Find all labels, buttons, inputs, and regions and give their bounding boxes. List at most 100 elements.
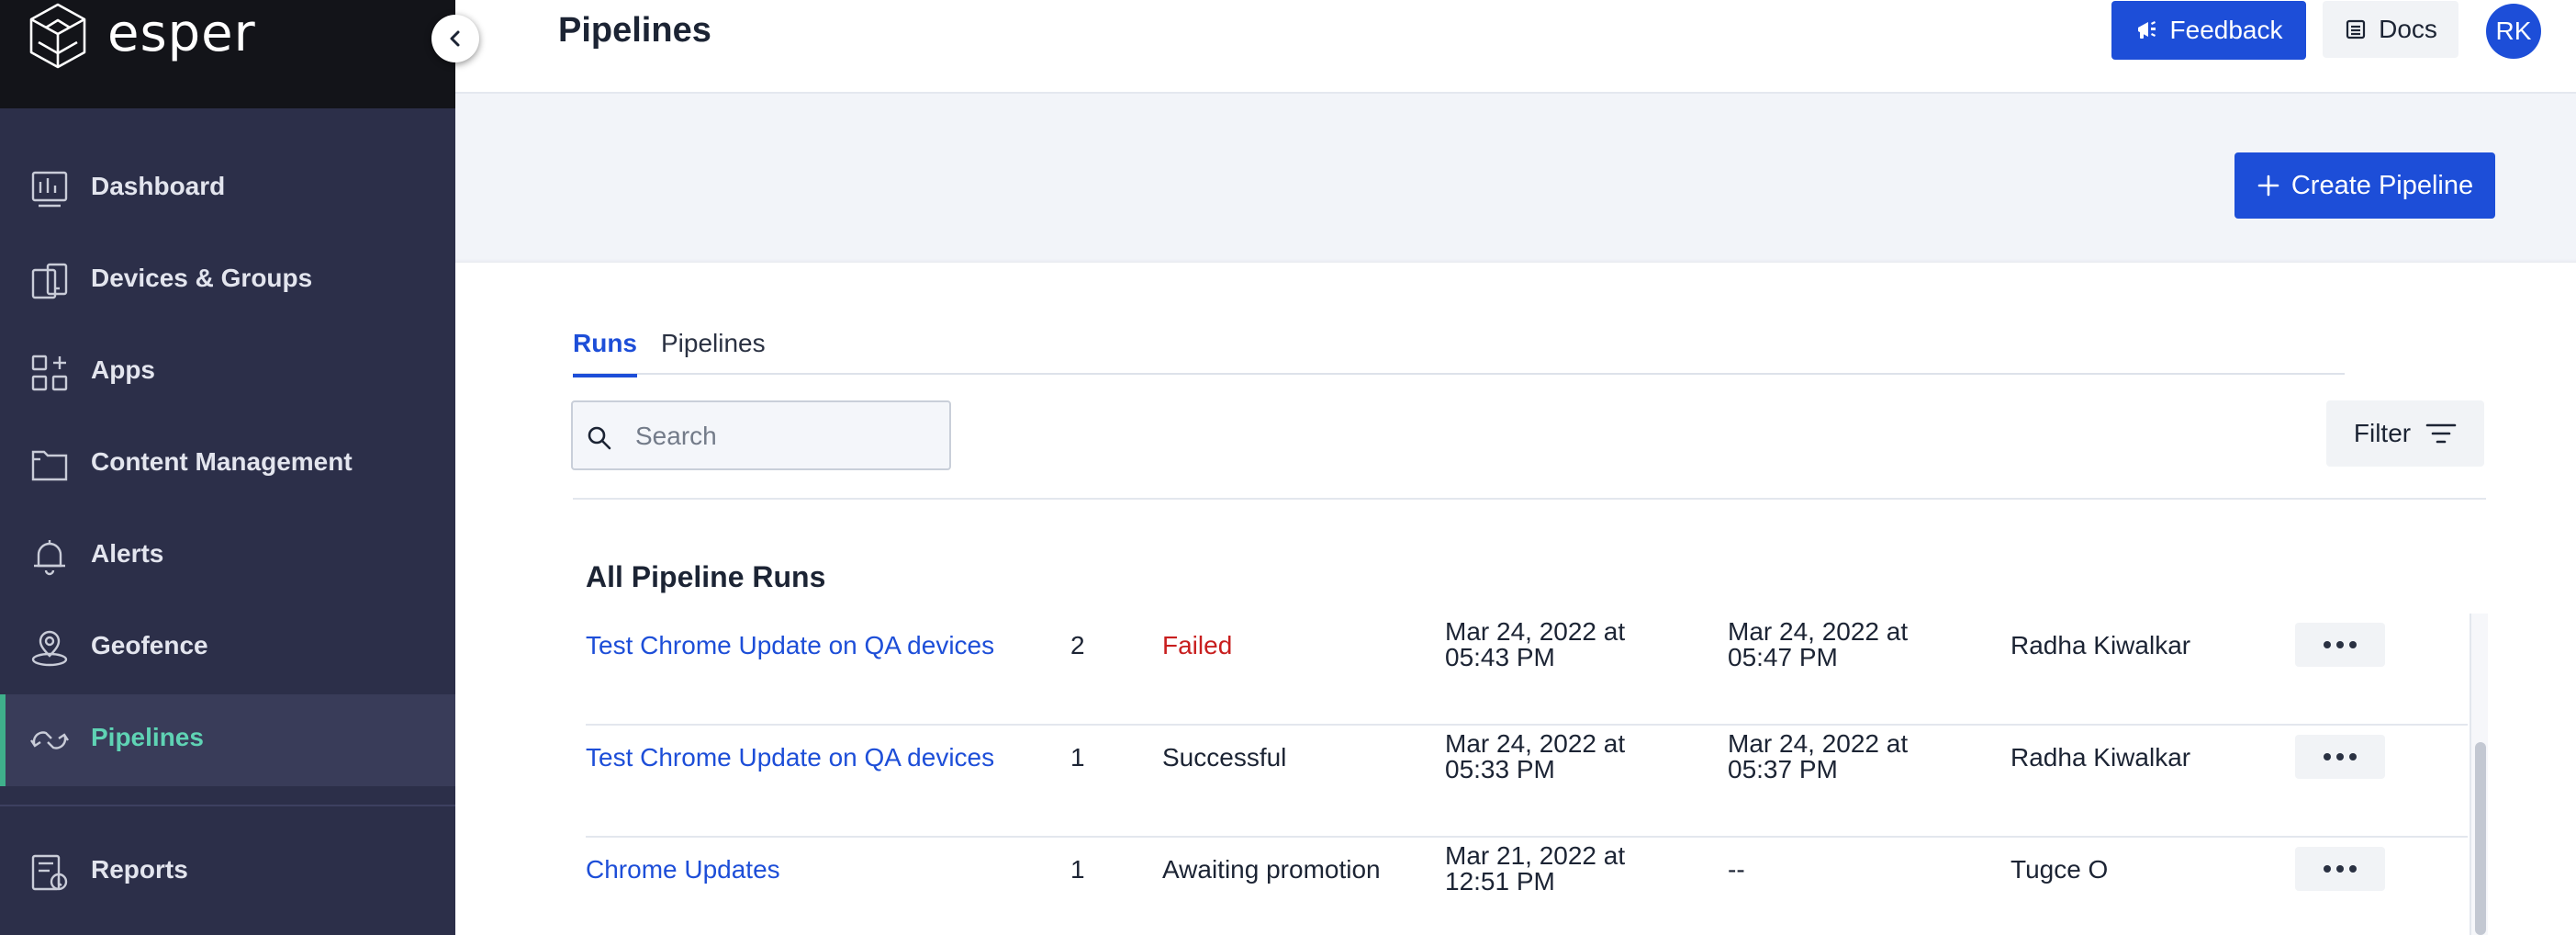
sidebar-item-label: Devices & Groups <box>91 264 313 292</box>
feedback-button[interactable]: Feedback <box>2111 1 2306 60</box>
sidebar-item-label: Alerts <box>91 539 164 568</box>
run-user: Tugce O <box>2010 855 2109 884</box>
started-at-line1: Mar 21, 2022 at <box>1445 841 1626 870</box>
ended-at: Mar 24, 2022 at 05:47 PM <box>1728 619 1908 670</box>
docs-icon <box>2346 19 2366 39</box>
ended-at-line1: Mar 24, 2022 at <box>1728 729 1909 758</box>
megaphone-icon <box>2137 21 2156 39</box>
devices-icon <box>31 263 68 299</box>
search-icon <box>588 426 611 450</box>
brand-name: esper <box>107 4 256 63</box>
pipeline-name-link[interactable]: Test Chrome Update on QA devices <box>586 743 994 772</box>
started-at: Mar 24, 2022 at 05:43 PM <box>1445 619 1625 670</box>
pipeline-name-link[interactable]: Test Chrome Update on QA devices <box>586 631 994 660</box>
run-user: Radha Kiwalkar <box>2010 743 2191 772</box>
sidebar-item-devices-groups[interactable]: Devices & Groups <box>0 235 455 327</box>
sidebar-item-alerts[interactable]: Alerts <box>0 511 455 603</box>
dashboard-icon <box>31 171 68 208</box>
sidebar-item-geofence[interactable]: Geofence <box>0 603 455 694</box>
tab-pipelines[interactable]: Pipelines <box>661 329 766 375</box>
sidebar-item-apps[interactable]: Apps <box>0 327 455 419</box>
started-at-line1: Mar 24, 2022 at <box>1445 617 1626 646</box>
scrollbar-thumb[interactable] <box>2475 742 2486 935</box>
plus-icon <box>2257 175 2279 197</box>
sidebar-item-dashboard[interactable]: Dashboard <box>0 143 455 235</box>
docs-button[interactable]: Docs <box>2323 1 2458 58</box>
pipeline-name-link[interactable]: Chrome Updates <box>586 855 780 884</box>
started-at-line1: Mar 24, 2022 at <box>1445 729 1626 758</box>
run-number: 2 <box>1070 631 1085 659</box>
filter-button[interactable]: Filter <box>2326 400 2484 467</box>
table-row: Chrome Updates 1 Awaiting promotion Mar … <box>586 838 2468 935</box>
run-status: Failed <box>1162 631 1233 659</box>
sidebar-divider <box>0 805 455 806</box>
sidebar-item-label: Geofence <box>91 631 208 659</box>
row-more-button[interactable] <box>2295 847 2385 891</box>
user-avatar[interactable]: RK <box>2486 4 2541 59</box>
sidebar-item-label: Reports <box>91 855 188 884</box>
more-dot <box>2349 753 2357 760</box>
table-row: Test Chrome Update on QA devices 2 Faile… <box>586 614 2468 726</box>
ended-at-line2: 05:37 PM <box>1728 755 1838 783</box>
started-at: Mar 24, 2022 at 05:33 PM <box>1445 731 1625 783</box>
ended-at-line1: Mar 24, 2022 at <box>1728 617 1909 646</box>
feedback-button-label: Feedback <box>2169 16 2283 44</box>
more-dot <box>2336 753 2344 760</box>
started-at-line2: 05:33 PM <box>1445 755 1555 783</box>
sidebar-item-label: Apps <box>91 355 155 384</box>
more-dot <box>2349 641 2357 648</box>
sidebar-item-content-management[interactable]: Content Management <box>0 419 455 511</box>
started-at: Mar 21, 2022 at 12:51 PM <box>1445 843 1625 895</box>
chevron-left-icon <box>450 30 460 47</box>
bell-icon <box>34 540 65 576</box>
sidebar-item-reports[interactable]: Reports <box>0 827 455 918</box>
run-number: 1 <box>1070 743 1085 772</box>
tab-bar: Runs Pipelines <box>573 329 2345 377</box>
create-pipeline-button[interactable]: Create Pipeline <box>2234 152 2495 219</box>
more-dot <box>2336 865 2344 873</box>
more-dot <box>2349 865 2357 873</box>
started-at-line2: 12:51 PM <box>1445 867 1555 896</box>
table-scrollbar[interactable] <box>2470 614 2488 935</box>
docs-button-label: Docs <box>2379 15 2437 43</box>
more-dot <box>2336 641 2344 648</box>
table-row: Test Chrome Update on QA devices 1 Succe… <box>586 726 2468 838</box>
search-field[interactable] <box>571 400 951 470</box>
ended-at: -- <box>1728 855 1745 884</box>
tab-runs[interactable]: Runs <box>573 329 637 377</box>
more-dot <box>2324 641 2331 648</box>
page-title: Pipelines <box>558 11 711 50</box>
sidebar: esper Dashboard Devices & Groups Apps Co… <box>0 0 455 935</box>
filter-icon <box>2425 423 2457 444</box>
top-header: Pipelines Feedback Docs RK <box>455 0 2576 94</box>
pipelines-icon <box>30 731 69 749</box>
filter-button-label: Filter <box>2353 419 2412 447</box>
actions-band: Create Pipeline <box>455 94 2576 263</box>
folder-icon <box>31 450 68 481</box>
run-status: Successful <box>1162 743 1287 772</box>
collapse-sidebar-button[interactable] <box>431 15 479 62</box>
search-input[interactable] <box>635 419 929 454</box>
more-dot <box>2324 865 2331 873</box>
ended-at: Mar 24, 2022 at 05:37 PM <box>1728 731 1908 783</box>
main-content: Runs Pipelines Filter All Pipeline Runs … <box>455 263 2576 935</box>
more-dot <box>2324 753 2331 760</box>
run-user: Radha Kiwalkar <box>2010 631 2191 659</box>
create-pipeline-label: Create Pipeline <box>2290 170 2474 200</box>
divider <box>573 498 2486 500</box>
row-more-button[interactable] <box>2295 735 2385 779</box>
esper-logo-icon <box>29 3 86 69</box>
geofence-icon <box>31 630 68 667</box>
sidebar-item-label: Content Management <box>91 447 353 476</box>
sidebar-item-label: Pipelines <box>91 723 204 751</box>
ended-at-line2: 05:47 PM <box>1728 643 1838 671</box>
section-title: All Pipeline Runs <box>586 560 826 593</box>
run-status: Awaiting promotion <box>1162 855 1381 884</box>
sidebar-item-pipelines[interactable]: Pipelines <box>0 694 455 786</box>
run-number: 1 <box>1070 855 1085 884</box>
row-more-button[interactable] <box>2295 623 2385 667</box>
sidebar-item-label: Dashboard <box>91 172 226 200</box>
reports-icon <box>31 854 68 891</box>
started-at-line2: 05:43 PM <box>1445 643 1555 671</box>
apps-icon <box>31 355 68 391</box>
